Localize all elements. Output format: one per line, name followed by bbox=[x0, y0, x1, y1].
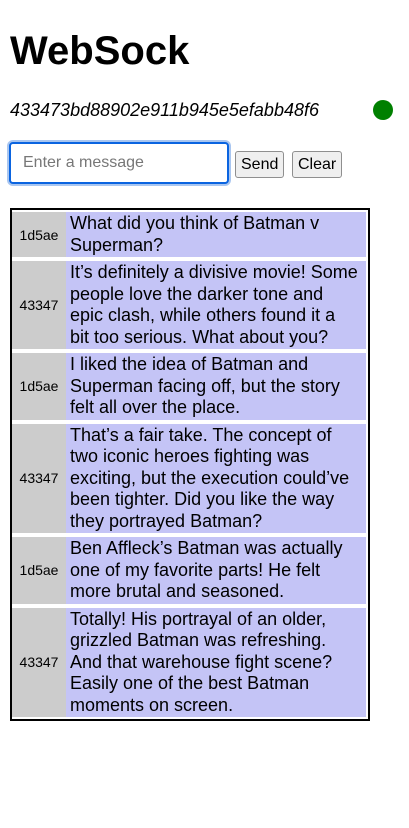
message-sender: 43347 bbox=[12, 423, 66, 533]
message-text: Totally! His portrayal of an older, griz… bbox=[66, 607, 366, 717]
message-sender: 43347 bbox=[12, 261, 66, 349]
message-sender: 1d5ae bbox=[12, 353, 66, 420]
client-id: 433473bd88902e911b945e5efabb48f6 bbox=[10, 100, 319, 120]
message-text: What did you think of Batman v Superman? bbox=[66, 212, 366, 257]
message-row: 43347 Totally! His portrayal of an older,… bbox=[12, 607, 368, 717]
page-title: WebSock bbox=[10, 29, 190, 73]
message-sender: 1d5ae bbox=[12, 537, 66, 604]
message-row: 1d5ae What did you think of Batman v Supe… bbox=[12, 212, 368, 257]
message-row: 1d5ae Ben Affleck’s Batman was actually o… bbox=[12, 537, 368, 604]
send-button[interactable]: Send bbox=[235, 151, 285, 178]
message-text: It’s definitely a divisive movie! Some p… bbox=[66, 261, 366, 349]
message-text: I liked the idea of Batman and Superman … bbox=[66, 353, 366, 420]
message-text: Ben Affleck’s Batman was actually one of… bbox=[66, 537, 366, 604]
message-row: 43347 That’s a fair take. The concept of … bbox=[12, 423, 368, 533]
clear-button[interactable]: Clear bbox=[292, 151, 343, 178]
message-sender: 43347 bbox=[12, 607, 66, 717]
connection-status-indicator bbox=[373, 100, 393, 120]
message-list: 1d5ae What did you think of Batman v Supe… bbox=[10, 208, 370, 721]
message-row: 43347 It’s definitely a divisive movie! S… bbox=[12, 261, 368, 349]
message-text: That’s a fair take. The concept of two i… bbox=[66, 423, 366, 533]
message-sender: 1d5ae bbox=[12, 212, 66, 257]
message-row: 1d5ae I liked the idea of Batman and Supe… bbox=[12, 353, 368, 420]
message-input[interactable] bbox=[9, 142, 229, 184]
